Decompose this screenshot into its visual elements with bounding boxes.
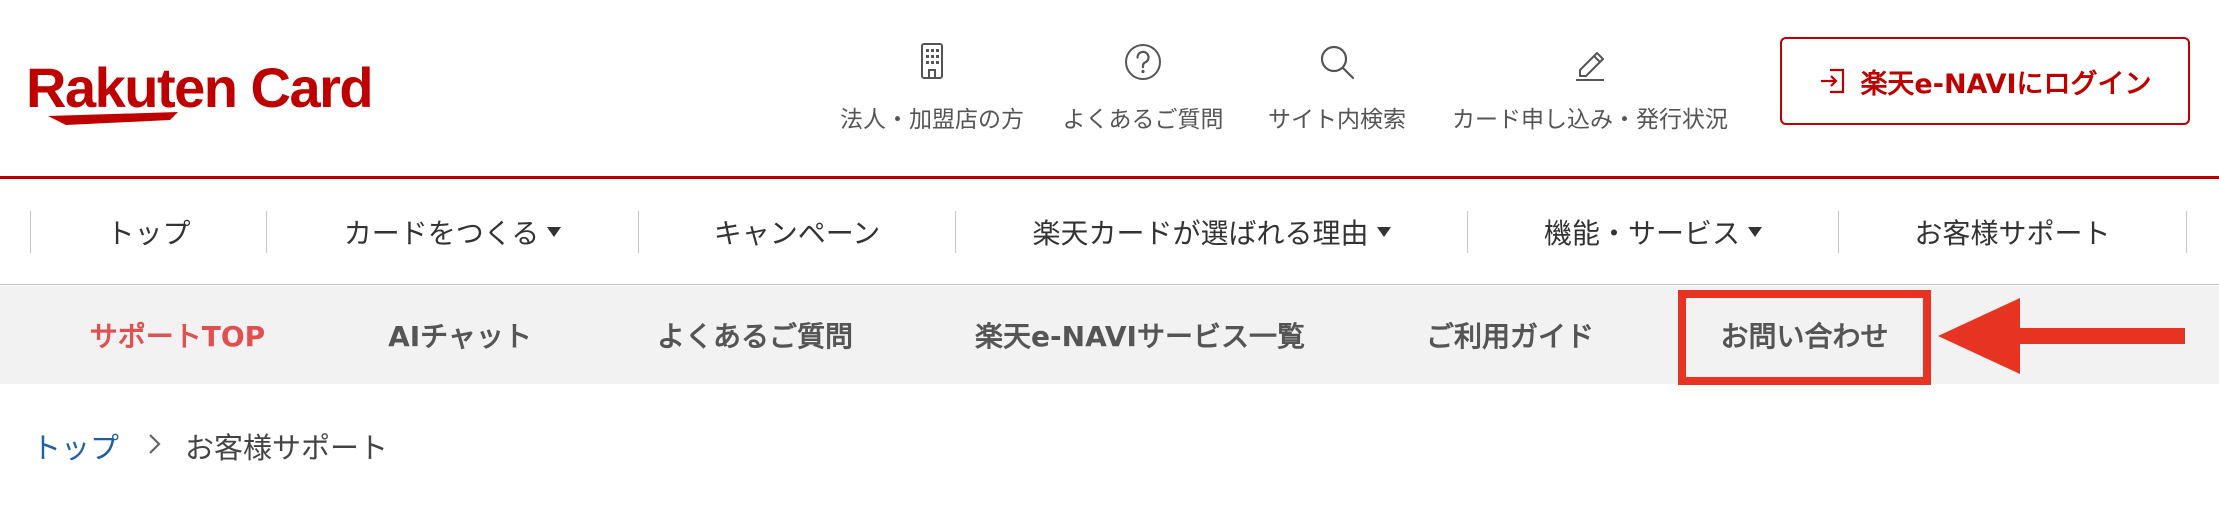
- logo-swoosh-icon: [48, 112, 178, 125]
- login-icon: [1821, 68, 1845, 94]
- breadcrumb-link-top[interactable]: トップ: [32, 425, 119, 467]
- utility-link-label: 法人・加盟店の方: [840, 107, 1024, 133]
- building-icon: [921, 43, 943, 79]
- site-search-link[interactable]: サイト内検索: [1262, 40, 1412, 140]
- gnav-item-label: トップ: [106, 217, 191, 250]
- subnav-item-ai-chat[interactable]: AIチャット: [340, 286, 580, 384]
- subnav-item-label: AIチャット: [388, 320, 532, 353]
- subnav-item-label: よくあるご質問: [656, 320, 853, 353]
- caret-down-icon: [1376, 227, 1391, 237]
- subnav-item-usage-guide[interactable]: ご利用ガイド: [1400, 286, 1620, 384]
- gnav-item-reasons[interactable]: 楽天カードが選ばれる理由: [956, 179, 1467, 285]
- subnav-item-label: 楽天e-NAVIサービス一覧: [975, 320, 1305, 353]
- utility-link-label: カード申し込み・発行状況: [1452, 107, 1728, 133]
- breadcrumb: トップ お客様サポート: [32, 422, 388, 470]
- arrow-left-icon: [1938, 298, 2185, 374]
- search-icon: [1320, 45, 1355, 80]
- gnav-item-label: 機能・サービス: [1543, 217, 1740, 250]
- gnav-item-features[interactable]: 機能・サービス: [1468, 179, 1838, 285]
- gnav-item-campaign[interactable]: キャンペーン: [639, 179, 955, 285]
- gnav-item-label: お客様サポート: [1914, 217, 2111, 250]
- gnav-item-support[interactable]: お客様サポート: [1839, 179, 2186, 285]
- gnav-item-make-card[interactable]: カードをつくる: [267, 179, 638, 285]
- gnav-item-top[interactable]: トップ: [31, 179, 266, 285]
- login-button[interactable]: 楽天e-NAVIにログイン: [1780, 37, 2190, 125]
- question-circle-icon: [1125, 44, 1161, 80]
- site-header: Rakuten Card 法人・加盟店の方 よくあるご質問 サイト内検索 カード…: [0, 0, 2219, 177]
- caret-down-icon: [1748, 227, 1762, 237]
- application-status-link[interactable]: カード申し込み・発行状況: [1440, 40, 1740, 140]
- corporate-merchant-link[interactable]: 法人・加盟店の方: [832, 40, 1032, 140]
- subnav-item-faq[interactable]: よくあるご質問: [630, 286, 880, 384]
- gnav-item-label: 楽天カードが選ばれる理由: [1032, 217, 1369, 250]
- chevron-right-icon: [147, 430, 163, 463]
- faq-link[interactable]: よくあるご質問: [1058, 40, 1228, 140]
- subnav-item-label: サポートTOP: [89, 320, 266, 353]
- rakuten-card-logo[interactable]: Rakuten Card: [26, 56, 386, 126]
- subnav-item-enavi-services[interactable]: 楽天e-NAVIサービス一覧: [960, 286, 1320, 384]
- utility-link-label: サイト内検索: [1268, 107, 1406, 133]
- utility-link-label: よくあるご質問: [1062, 107, 1224, 133]
- login-label: 楽天e-NAVIにログイン: [1860, 68, 2152, 100]
- subnav-item-label: ご利用ガイド: [1425, 320, 1594, 353]
- highlight-box-annotation: [1678, 290, 1931, 385]
- subnav-item-support-top[interactable]: サポートTOP: [60, 286, 295, 384]
- gnav-item-label: キャンペーン: [713, 217, 881, 250]
- breadcrumb-current: お客様サポート: [185, 431, 389, 465]
- gnav-item-label: カードをつくる: [343, 217, 540, 250]
- nav-separator: [2186, 211, 2187, 253]
- pencil-icon: [1576, 52, 1604, 81]
- caret-down-icon: [547, 227, 562, 237]
- global-nav: トップ カードをつくる キャンペーン 楽天カードが選ばれる理由 機能・サービス …: [0, 179, 2219, 285]
